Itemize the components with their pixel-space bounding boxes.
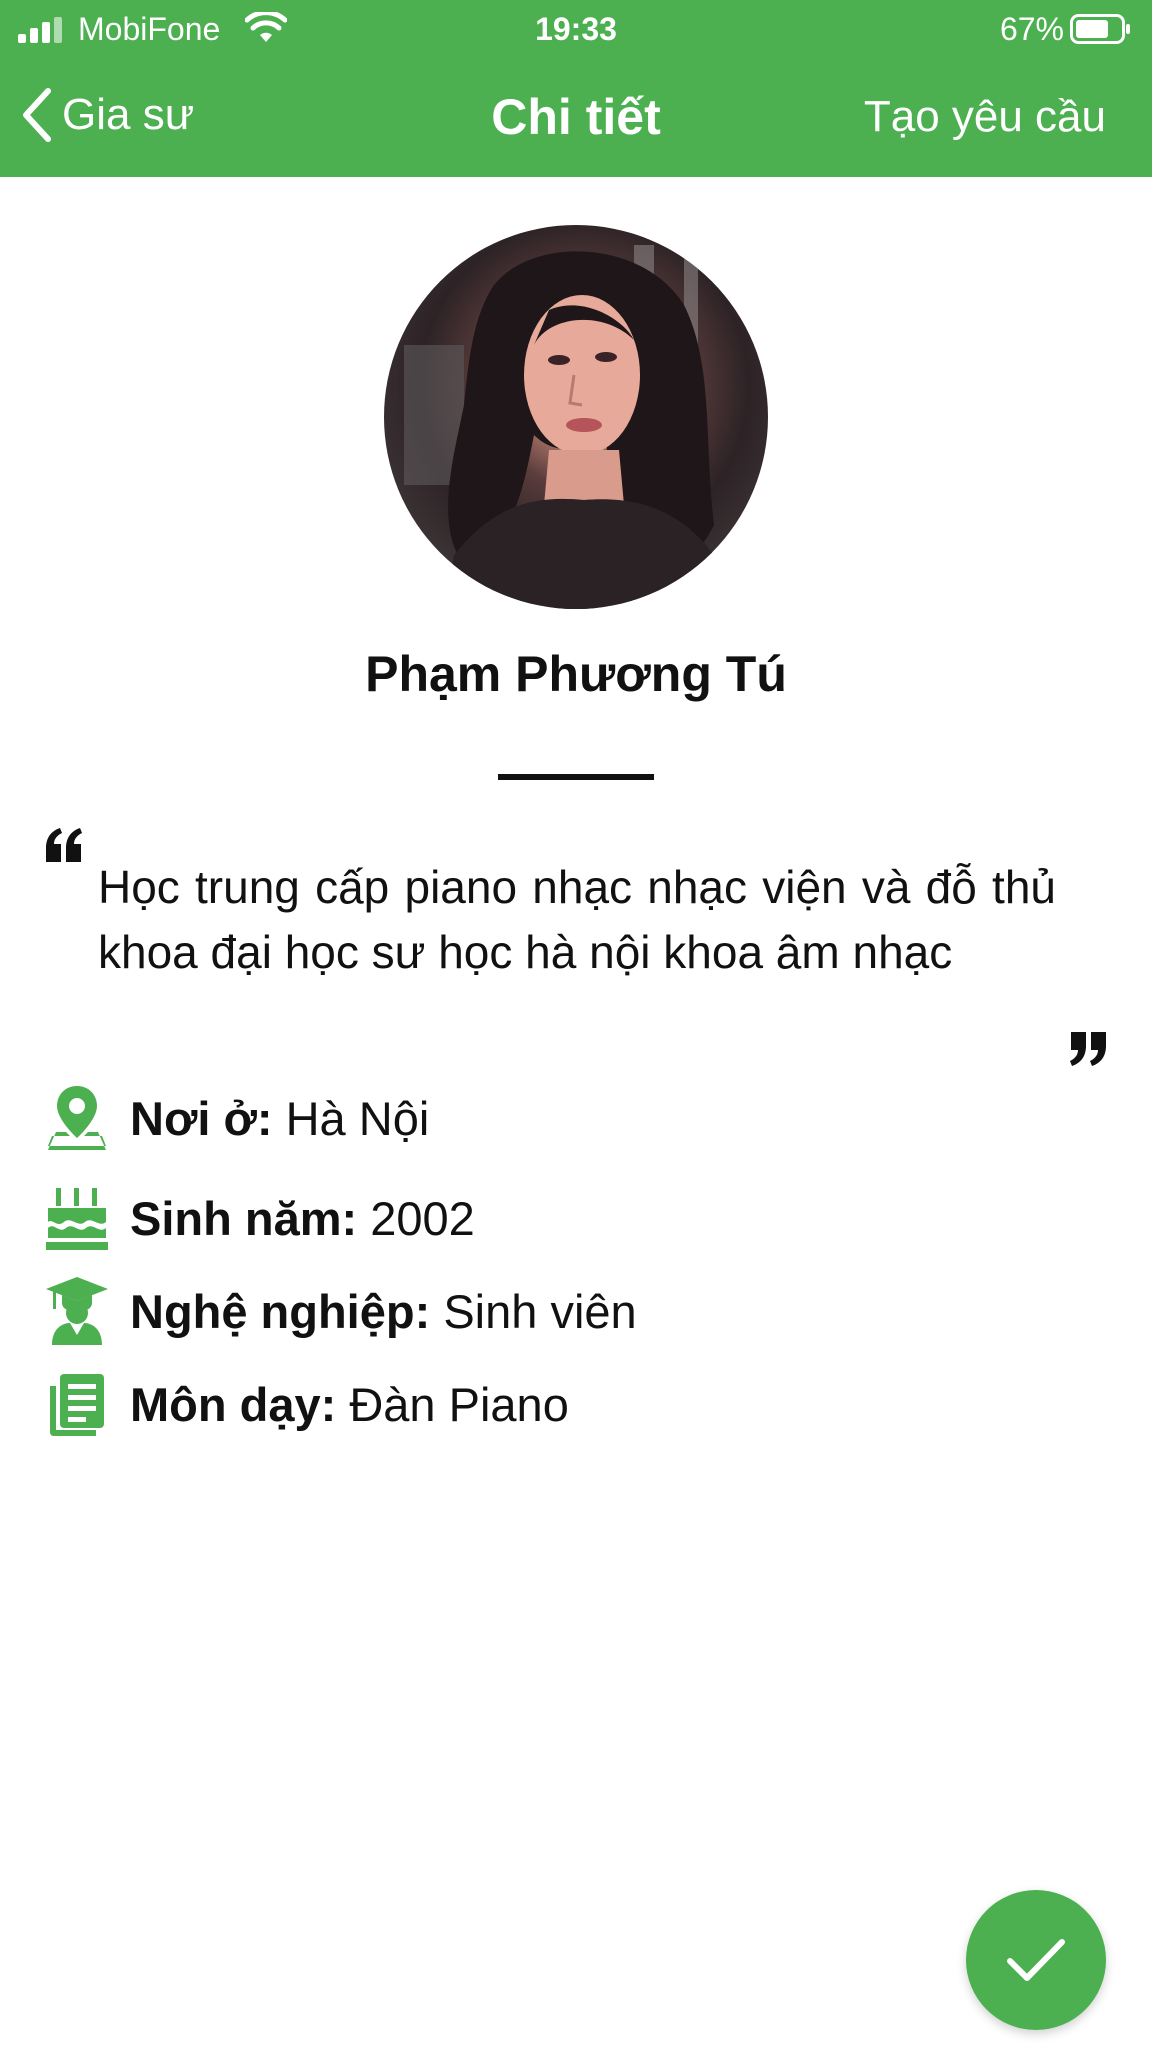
checkmark-icon	[1007, 1939, 1065, 1981]
location-pin-icon	[48, 1086, 106, 1150]
create-request-button[interactable]: Tạo yêu cầu	[864, 92, 1106, 142]
detail-text-birth-year: Sinh năm: 2002	[130, 1191, 475, 1246]
tutor-detail-screen: MobiFone 19:33 67% Gia sư Chi tiết Tạo y…	[0, 0, 1152, 2048]
tutor-name: Phạm Phương Tú	[365, 646, 787, 702]
detail-label: Nghệ nghiệp:	[130, 1284, 431, 1338]
confirm-button[interactable]	[966, 1890, 1106, 2030]
avatar-photo	[404, 245, 714, 609]
detail-label: Nơi ở:	[130, 1091, 273, 1145]
name-divider	[498, 774, 654, 780]
avatar	[384, 225, 768, 609]
detail-row-occupation: Nghệ nghiệp: Sinh viên	[44, 1275, 637, 1347]
detail-label: Môn dạy:	[130, 1377, 337, 1431]
status-bar: MobiFone 19:33 67%	[0, 0, 1152, 58]
detail-text-occupation: Nghệ nghiệp: Sinh viên	[130, 1284, 637, 1339]
detail-value: Đàn Piano	[349, 1377, 569, 1431]
subject-book-icon	[50, 1374, 104, 1436]
status-time: 19:33	[535, 11, 617, 47]
navigation-bar: Gia sư Chi tiết Tạo yêu cầu	[0, 70, 1152, 170]
detail-row-location: Nơi ở: Hà Nội	[44, 1082, 429, 1154]
detail-value: Hà Nội	[285, 1091, 430, 1145]
detail-value: Sinh viên	[443, 1284, 637, 1338]
tutor-bio: Học trung cấp piano nhạc nhạc viện và đỗ…	[98, 861, 1056, 978]
battery-icon	[1070, 14, 1130, 44]
detail-text-location: Nơi ở: Hà Nội	[130, 1091, 429, 1146]
detail-label: Sinh năm:	[130, 1191, 358, 1245]
detail-value: 2002	[370, 1191, 475, 1245]
graduate-icon	[46, 1277, 108, 1345]
birthday-cake-icon	[46, 1188, 108, 1250]
top-bar: MobiFone 19:33 67% Gia sư Chi tiết Tạo y…	[0, 0, 1152, 177]
battery-percent: 67%	[999, 11, 1064, 47]
detail-text-subject: Môn dạy: Đàn Piano	[130, 1377, 569, 1432]
detail-row-subject: Môn dạy: Đàn Piano	[44, 1368, 569, 1440]
quote-close-icon	[1070, 1032, 1106, 1066]
detail-row-birth-year: Sinh năm: 2002	[44, 1182, 475, 1254]
quote-open-icon	[46, 828, 82, 862]
